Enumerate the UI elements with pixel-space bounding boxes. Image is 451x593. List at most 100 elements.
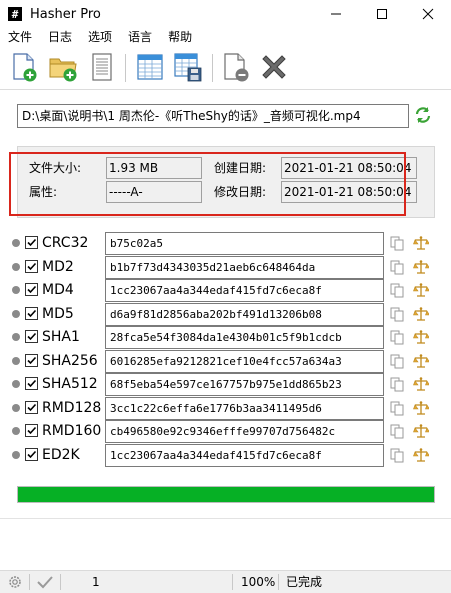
copy-icon[interactable] (390, 307, 404, 322)
check-icon (27, 450, 37, 458)
size-value: 1.93 MB (106, 157, 202, 179)
check-icon (27, 262, 37, 270)
check-icon (27, 285, 37, 294)
compare-scale-icon[interactable] (413, 259, 429, 275)
maximize-icon (377, 9, 387, 19)
algorithm-label: SHA512 (42, 376, 98, 392)
check-icon (27, 379, 37, 388)
status-dot (12, 380, 20, 388)
algorithm-checkbox[interactable] (25, 236, 38, 249)
hash-value-field[interactable]: 28fca5e54f3084da1e4304b01c5f9b1cdcb (105, 326, 384, 349)
copy-icon[interactable] (390, 236, 404, 251)
algorithm-checkbox[interactable] (25, 330, 38, 343)
compare-scale-icon[interactable] (413, 400, 429, 416)
algorithm-checkbox[interactable] (25, 306, 38, 320)
hash-value-field[interactable]: 1cc23067aa4a344edaf415fd7c6eca8f (105, 279, 384, 302)
hash-value-field[interactable]: b75c02a5 (105, 232, 384, 255)
menu-help[interactable]: 帮助 (160, 28, 200, 46)
menu-language[interactable]: 语言 (120, 28, 160, 46)
algorithm-label: RMD160 (42, 423, 102, 439)
hash-row: SHA512 68f5eba54e597ce167757b975e1dd865b2… (12, 373, 442, 396)
minimize-button[interactable] (313, 0, 359, 28)
hash-row: MD2 b1b7f73d4343035d21aeb6c648464da (12, 255, 442, 279)
algorithm-label: RMD128 (42, 399, 102, 416)
compare-scale-icon[interactable] (413, 376, 429, 392)
refresh-icon[interactable] (414, 106, 432, 124)
toolbar-separator (125, 54, 126, 82)
close-icon (422, 8, 434, 20)
checkmark-icon (37, 576, 53, 589)
hash-value-field[interactable]: b1b7f73d4343035d21aeb6c648464da (105, 255, 384, 279)
copy-icon[interactable] (390, 401, 404, 416)
copy-icon[interactable] (390, 424, 404, 439)
status-dot (12, 239, 20, 247)
compare-scale-icon[interactable] (413, 282, 429, 298)
algorithm-checkbox[interactable] (25, 283, 38, 296)
add-file-button[interactable] (8, 51, 40, 83)
check-icon (27, 238, 37, 247)
compare-scale-icon[interactable] (413, 423, 429, 439)
algorithm-label: SHA256 (42, 352, 98, 369)
document-button[interactable] (86, 51, 118, 83)
status-dot (12, 356, 20, 365)
file-path-field[interactable]: D:\桌面\说明书\1 周杰伦-《听TheShy的话》_音频可视化.mp4 (17, 104, 409, 128)
algorithm-checkbox[interactable] (25, 259, 38, 273)
algorithm-checkbox[interactable] (25, 353, 38, 367)
remove-file-icon (224, 53, 249, 82)
hash-value-field[interactable]: 6016285efa9212821cef10e4fcc57a634a3 (105, 349, 384, 373)
algorithm-checkbox[interactable] (25, 447, 38, 461)
compare-scale-icon[interactable] (413, 447, 429, 463)
main-panel: D:\桌面\说明书\1 周杰伦-《听TheShy的话》_音频可视化.mp4 文件… (0, 90, 451, 570)
copy-icon[interactable] (390, 283, 404, 298)
copy-icon[interactable] (390, 260, 404, 275)
algorithm-label: ED2K (42, 446, 80, 463)
hash-value-field[interactable]: 3cc1c22c6effa6e1776b3aa3411495d6 (105, 396, 384, 420)
compare-scale-icon[interactable] (413, 353, 429, 369)
menu-options[interactable]: 选项 (80, 28, 120, 46)
status-dot (12, 450, 20, 459)
check-icon (27, 426, 37, 435)
check-icon (27, 403, 37, 411)
status-dot (12, 403, 20, 412)
algorithm-checkbox[interactable] (25, 377, 38, 390)
remove-file-button[interactable] (220, 51, 252, 83)
maximize-button[interactable] (359, 0, 405, 28)
modified-date-value: 2021-01-21 08:50:04 (281, 181, 417, 203)
hash-value-field[interactable]: d6a9f81d2856aba202bf491d13206b08 (105, 302, 384, 326)
hash-value-field[interactable]: cb496580e92c9346efffe99707d756482c (105, 420, 384, 443)
zoom-level: 100% (241, 575, 276, 589)
copy-icon[interactable] (390, 377, 404, 392)
compare-scale-icon[interactable] (413, 329, 429, 345)
clear-button[interactable] (258, 51, 290, 83)
add-folder-button[interactable] (47, 51, 79, 83)
attributes-value: -----A- (106, 181, 202, 203)
menu-file[interactable]: 文件 (0, 28, 40, 46)
copy-icon[interactable] (390, 448, 404, 463)
copy-icon[interactable] (390, 330, 404, 345)
status-dot (12, 427, 20, 435)
add-file-icon (13, 53, 37, 82)
table-button[interactable] (134, 51, 166, 83)
gear-icon[interactable] (7, 574, 23, 590)
add-folder-icon (49, 58, 77, 82)
table-icon (137, 54, 163, 80)
file-info-panel: 文件大小: 1.93 MB 属性: -----A- 创建日期: 2021-01-… (17, 146, 435, 218)
algorithm-checkbox[interactable] (25, 424, 38, 437)
hash-value-field[interactable]: 68f5eba54e597ce167757b975e1dd865b23 (105, 373, 384, 396)
status-divider (60, 574, 61, 590)
save-table-icon (174, 53, 202, 82)
compare-scale-icon[interactable] (413, 235, 429, 251)
progress-bar (17, 486, 435, 503)
hash-row: SHA256 6016285efa9212821cef10e4fcc57a634a… (12, 349, 442, 373)
file-count: 1 (92, 575, 100, 589)
save-table-button[interactable] (172, 51, 204, 83)
menu-log[interactable]: 日志 (40, 28, 80, 46)
title-bar: # Hasher Pro (0, 0, 451, 28)
hash-row: ED2K 1cc23067aa4a344edaf415fd7c6eca8f (12, 443, 442, 467)
copy-icon[interactable] (390, 354, 404, 369)
algorithm-label: CRC32 (42, 235, 89, 251)
algorithm-checkbox[interactable] (25, 400, 38, 414)
hash-value-field[interactable]: 1cc23067aa4a344edaf415fd7c6eca8f (105, 443, 384, 467)
close-button[interactable] (405, 0, 451, 28)
compare-scale-icon[interactable] (413, 306, 429, 322)
